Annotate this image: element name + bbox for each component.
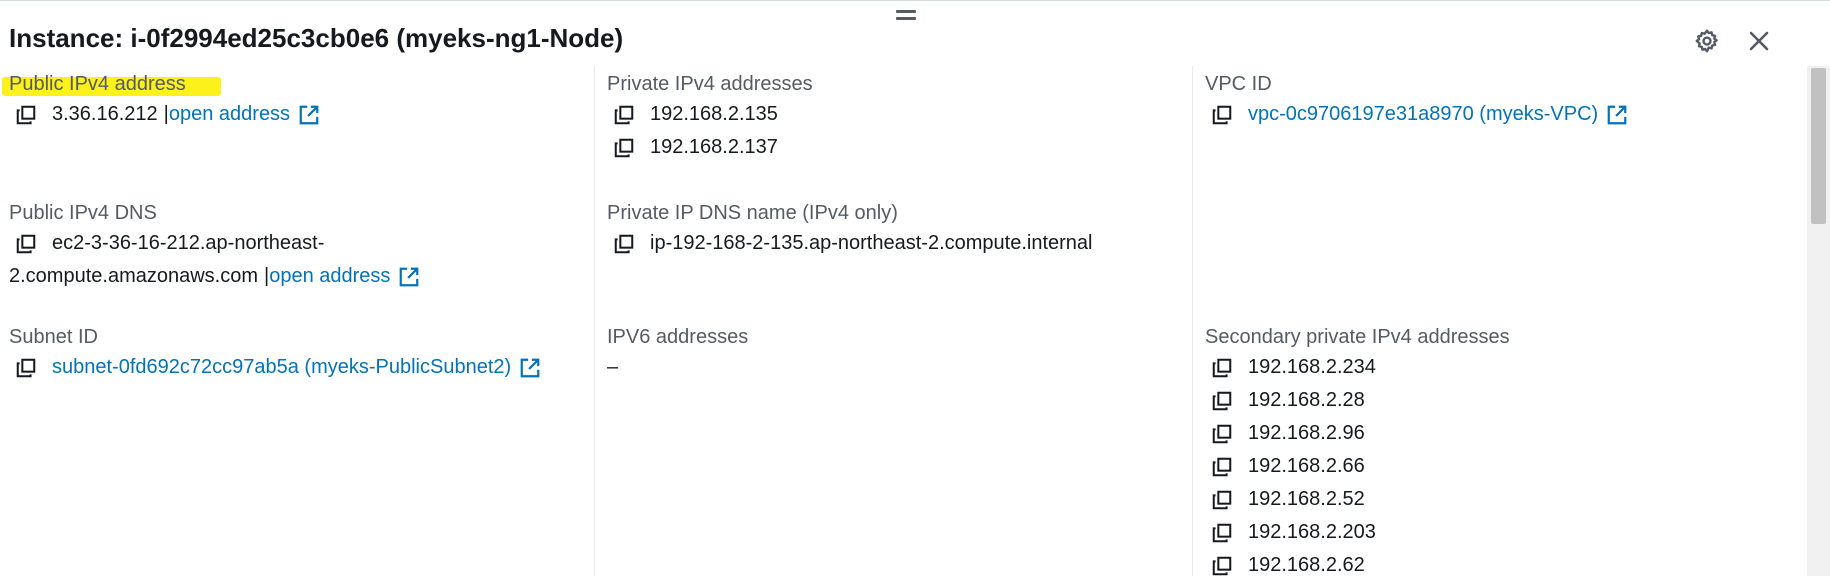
copy-icon[interactable] <box>1211 420 1241 448</box>
panel-top-border <box>0 0 1830 1</box>
subnet-field: Subnet ID subnet-0fd692c72cc97ab5a (myek… <box>9 323 541 384</box>
public-dns-value-row: ec2-3-36-16-212.ap-northeast- <box>9 227 420 260</box>
gear-icon <box>1695 29 1718 53</box>
open-address-link[interactable]: open address <box>269 265 390 288</box>
public-ipv4-field: Public IPv4 address 3.36.16.212 | open a… <box>2 70 320 131</box>
close-icon <box>1749 31 1769 51</box>
scrollbar[interactable] <box>1807 66 1830 576</box>
copy-icon[interactable] <box>15 354 45 382</box>
close-button[interactable] <box>1742 24 1776 58</box>
list-item: 192.168.2.234 <box>1205 351 1510 384</box>
copy-icon[interactable] <box>15 230 45 258</box>
public-dns-value-line2: 2.compute.amazonaws.com <box>9 265 259 287</box>
public-ipv4-value-row: 3.36.16.212 | open address <box>9 98 320 131</box>
private-dns-value-row: ip-192-168-2-135.ap-northeast-2.compute.… <box>607 227 1093 260</box>
public-ipv4-value: 3.36.16.212 <box>52 103 158 125</box>
list-item: 192.168.2.28 <box>1205 384 1510 417</box>
external-link-icon[interactable] <box>398 266 420 288</box>
vpc-field: VPC ID vpc-0c9706197e31a8970 (myeks-VPC) <box>1205 70 1628 131</box>
scrollbar-thumb[interactable] <box>1811 68 1826 224</box>
copy-icon[interactable] <box>1211 354 1241 382</box>
public-dns-value-line1: ec2-3-36-16-212.ap-northeast- <box>52 232 325 254</box>
public-dns-field: Public IPv4 DNS ec2-3-36-16-212.ap-north… <box>9 199 420 293</box>
ipv6-field: IPV6 addresses – <box>607 323 748 384</box>
ipv6-value: – <box>607 356 619 378</box>
list-item: 192.168.2.62 <box>1205 549 1510 582</box>
public-ipv4-label: Public IPv4 address <box>2 70 320 98</box>
private-ipv4-value: 192.168.2.135 <box>650 103 778 125</box>
copy-icon[interactable] <box>1211 101 1241 129</box>
secondary-ipv4-label: Secondary private IPv4 addresses <box>1205 326 1510 348</box>
copy-icon[interactable] <box>1211 453 1241 481</box>
subnet-label: Subnet ID <box>9 326 98 348</box>
secondary-ipv4-value: 192.168.2.234 <box>1248 356 1376 378</box>
subnet-value-row: subnet-0fd692c72cc97ab5a (myeks-PublicSu… <box>9 351 541 384</box>
secondary-ipv4-value: 192.168.2.96 <box>1248 422 1365 444</box>
copy-icon[interactable] <box>1211 486 1241 514</box>
ipv6-value-row: – <box>607 351 748 384</box>
secondary-ipv4-value: 192.168.2.66 <box>1248 455 1365 477</box>
ipv6-label: IPV6 addresses <box>607 326 749 348</box>
column-divider <box>1192 66 1193 576</box>
external-link-icon[interactable] <box>519 357 541 379</box>
list-item: 192.168.2.52 <box>1205 483 1510 516</box>
copy-icon[interactable] <box>613 230 643 258</box>
list-item: 192.168.2.135 <box>607 98 813 131</box>
copy-icon[interactable] <box>613 134 643 162</box>
list-item: 192.168.2.137 <box>607 131 813 164</box>
public-dns-value-row2: 2.compute.amazonaws.com | open address <box>9 260 420 293</box>
copy-icon[interactable] <box>15 101 45 129</box>
public-dns-label: Public IPv4 DNS <box>9 202 157 224</box>
secondary-ipv4-value: 192.168.2.28 <box>1248 389 1365 411</box>
copy-icon[interactable] <box>1211 387 1241 415</box>
copy-icon[interactable] <box>1211 519 1241 547</box>
private-ipv4-field: Private IPv4 addresses 192.168.2.135 192… <box>607 70 813 164</box>
open-address-link[interactable]: open address <box>169 103 290 126</box>
list-item: 192.168.2.96 <box>1205 417 1510 450</box>
column-divider <box>594 66 595 576</box>
secondary-ipv4-field: Secondary private IPv4 addresses 192.168… <box>1205 323 1510 582</box>
list-item: 192.168.2.66 <box>1205 450 1510 483</box>
settings-button[interactable] <box>1690 24 1724 58</box>
private-dns-label: Private IP DNS name (IPv4 only) <box>607 202 898 224</box>
vpc-link[interactable]: vpc-0c9706197e31a8970 (myeks-VPC) <box>1248 103 1598 126</box>
resize-handle-icon[interactable] <box>896 8 916 22</box>
external-link-icon[interactable] <box>1606 104 1628 126</box>
vpc-value-row: vpc-0c9706197e31a8970 (myeks-VPC) <box>1205 98 1628 131</box>
private-dns-value: ip-192-168-2-135.ap-northeast-2.compute.… <box>650 232 1093 254</box>
copy-icon[interactable] <box>1211 552 1241 580</box>
copy-icon[interactable] <box>613 101 643 129</box>
page-title: Instance: i-0f2994ed25c3cb0e6 (myeks-ng1… <box>9 23 624 53</box>
secondary-ipv4-value: 192.168.2.203 <box>1248 521 1376 543</box>
external-link-icon[interactable] <box>298 104 320 126</box>
vpc-label: VPC ID <box>1205 73 1272 95</box>
private-ipv4-label: Private IPv4 addresses <box>607 73 813 95</box>
secondary-ipv4-value: 192.168.2.62 <box>1248 554 1365 576</box>
private-ipv4-value: 192.168.2.137 <box>650 136 778 158</box>
private-dns-field: Private IP DNS name (IPv4 only) ip-192-1… <box>607 199 1093 260</box>
list-item: 192.168.2.203 <box>1205 516 1510 549</box>
secondary-ipv4-value: 192.168.2.52 <box>1248 488 1365 510</box>
subnet-link[interactable]: subnet-0fd692c72cc97ab5a (myeks-PublicSu… <box>52 356 511 379</box>
